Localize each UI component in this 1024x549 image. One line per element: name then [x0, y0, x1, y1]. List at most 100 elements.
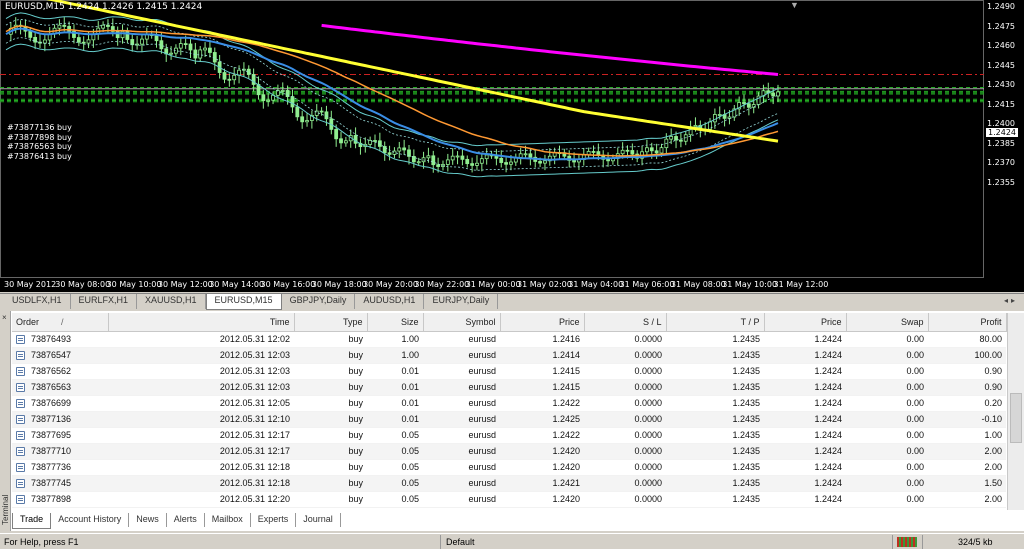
candle-body [280, 90, 285, 92]
table-cell: 0.01 [367, 379, 423, 396]
column-header[interactable]: Swap [846, 313, 929, 332]
time-tick-label: 31 May 04:00 [568, 280, 624, 289]
column-header[interactable]: Symbol [423, 313, 501, 332]
table-cell: 2012.05.31 12:05 [108, 395, 294, 412]
table-cell: 2012.05.31 12:18 [108, 459, 294, 476]
position-label[interactable]: #73877136 buy [7, 123, 72, 132]
column-header[interactable]: Profit [928, 313, 1007, 332]
table-row[interactable]: 73877136 2012.05.31 12:10 buy 0.01 eurusd 1.2… [12, 411, 1006, 428]
position-label[interactable]: #73876563 buy [7, 142, 72, 151]
cell-value: 0.00 [906, 382, 924, 392]
cell-value: 2012.05.31 12:02 [219, 334, 290, 344]
position-label[interactable]: #73877898 buy [7, 133, 72, 142]
table-cell: 2012.05.31 12:17 [108, 443, 294, 460]
cell-value: 0.0000 [634, 398, 662, 408]
price-tick-label: 1.2460 [987, 41, 1015, 50]
candle-body [620, 149, 625, 155]
column-header[interactable]: Size [367, 313, 424, 332]
envelope-upper-line [5, 18, 779, 153]
cell-value: 0.0000 [634, 494, 662, 504]
time-tick-label: 30 May 12:00 [157, 280, 213, 289]
column-header[interactable]: Price [500, 313, 585, 332]
candle-body [290, 96, 295, 108]
terminal-tab-account-history[interactable]: Account History [51, 513, 130, 527]
table-cell: 2012.05.31 12:03 [108, 363, 294, 380]
table-cell: 1.2424 [764, 475, 846, 492]
cell-value: 1.2435 [732, 350, 760, 360]
candle-body [416, 161, 421, 164]
time-tick-label: 30 May 14:00 [209, 280, 265, 289]
cell-value: 0.00 [906, 478, 924, 488]
cell-value: 1.2422 [552, 430, 580, 440]
table-row[interactable]: 73877736 2012.05.31 12:18 buy 0.05 eurusd 1.2… [12, 459, 1006, 476]
terminal-tab-journal[interactable]: Journal [296, 513, 341, 527]
chart-tab[interactable]: EURLFX,H1 [71, 294, 138, 309]
column-header[interactable]: T / P [666, 313, 765, 332]
tab-scroll-arrows-icon[interactable]: ◂▸ [1004, 296, 1018, 305]
scrollbar-thumb[interactable] [1010, 393, 1022, 443]
cell-value: 1.2416 [552, 334, 580, 344]
cell-value: buy [348, 382, 363, 392]
candle-body [62, 24, 67, 27]
chart-tab[interactable]: XAUUSD,H1 [137, 294, 206, 309]
terminal-tab-news[interactable]: News [129, 513, 167, 527]
chart-tab[interactable]: EURJPY,Daily [424, 294, 499, 309]
moving-average-long [321, 23, 779, 76]
chart-tab[interactable]: USDLFX,H1 [4, 294, 71, 309]
candle-body [178, 43, 183, 49]
column-header[interactable]: Type [294, 313, 368, 332]
sort-indicator: / [61, 316, 64, 327]
cell-value: 2012.05.31 12:10 [219, 414, 290, 424]
chart-canvas[interactable] [0, 0, 1024, 292]
chart-shift-icon[interactable]: ▼ [790, 0, 799, 10]
table-row[interactable]: 73876699 2012.05.31 12:05 buy 0.01 eurusd 1.2… [12, 395, 1006, 412]
cell-value: 1.2421 [552, 478, 580, 488]
time-tick-label: 30 May 10:00 [106, 280, 162, 289]
table-cell: 1.2435 [666, 475, 764, 492]
column-header[interactable]: Time [108, 313, 295, 332]
position-label[interactable]: #73876413 buy [7, 152, 72, 161]
cell-value: eurusd [468, 366, 496, 376]
column-header[interactable]: S / L [584, 313, 667, 332]
table-cell: eurusd [423, 475, 500, 492]
table-row[interactable]: 73876547 2012.05.31 12:03 buy 1.00 eurusd 1.2… [12, 347, 1006, 364]
table-row[interactable]: 73877745 2012.05.31 12:18 buy 0.05 eurusd 1.2… [12, 475, 1006, 492]
cell-value: 1.2435 [732, 430, 760, 440]
table-cell: 0.00 [846, 395, 928, 412]
table-row[interactable]: 73877898 2012.05.31 12:20 buy 0.05 eurusd 1.2… [12, 491, 1006, 508]
table-cell: eurusd [423, 379, 500, 396]
price-chart[interactable]: EURUSD,M15 1.2424 1.2426 1.2415 1.2424 ▼… [0, 0, 1024, 292]
terminal-tab-alerts[interactable]: Alerts [167, 513, 205, 527]
cell-value: 1.2424 [814, 398, 842, 408]
candle-body [140, 38, 144, 45]
candle-body [169, 52, 173, 55]
candle-body [523, 153, 528, 156]
column-header[interactable]: Order / [12, 313, 109, 332]
chart-tab[interactable]: GBPJPY,Daily [282, 294, 356, 309]
cell-value: 1.2424 [814, 366, 842, 376]
terminal-handle[interactable]: × Terminal [0, 311, 11, 531]
chart-tab[interactable]: EURUSD,M15 [205, 294, 282, 310]
terminal-tab-experts[interactable]: Experts [251, 513, 297, 527]
table-row[interactable]: 73877695 2012.05.31 12:17 buy 0.05 eurusd 1.2… [12, 427, 1006, 444]
candle-body [436, 164, 441, 167]
order-ticket-icon [16, 367, 25, 377]
cell-value: 0.05 [401, 478, 419, 488]
candle-body [397, 147, 402, 152]
table-row[interactable]: 73876562 2012.05.31 12:03 buy 0.01 eurusd 1.2… [12, 363, 1006, 380]
table-scrollbar[interactable] [1007, 313, 1024, 510]
table-row[interactable]: 73876563 2012.05.31 12:03 buy 0.01 eurusd 1.2… [12, 379, 1006, 396]
cell-value: 1.00 [984, 430, 1002, 440]
column-header[interactable]: Price [764, 313, 847, 332]
cell-value: buy [348, 462, 363, 472]
candle-body [712, 114, 717, 123]
terminal-tab-mailbox[interactable]: Mailbox [205, 513, 251, 527]
close-icon[interactable]: × [2, 313, 7, 322]
candle-body [42, 39, 47, 44]
chart-tab[interactable]: AUDUSD,H1 [355, 294, 425, 309]
table-row[interactable]: 73876493 2012.05.31 12:02 buy 1.00 eurusd 1.2… [12, 331, 1006, 348]
terminal-tab-trade[interactable]: Trade [12, 513, 52, 529]
cell-value: 73876547 [31, 349, 72, 360]
table-row[interactable]: 73877710 2012.05.31 12:17 buy 0.05 eurusd 1.2… [12, 443, 1006, 460]
candle-body [183, 43, 188, 45]
